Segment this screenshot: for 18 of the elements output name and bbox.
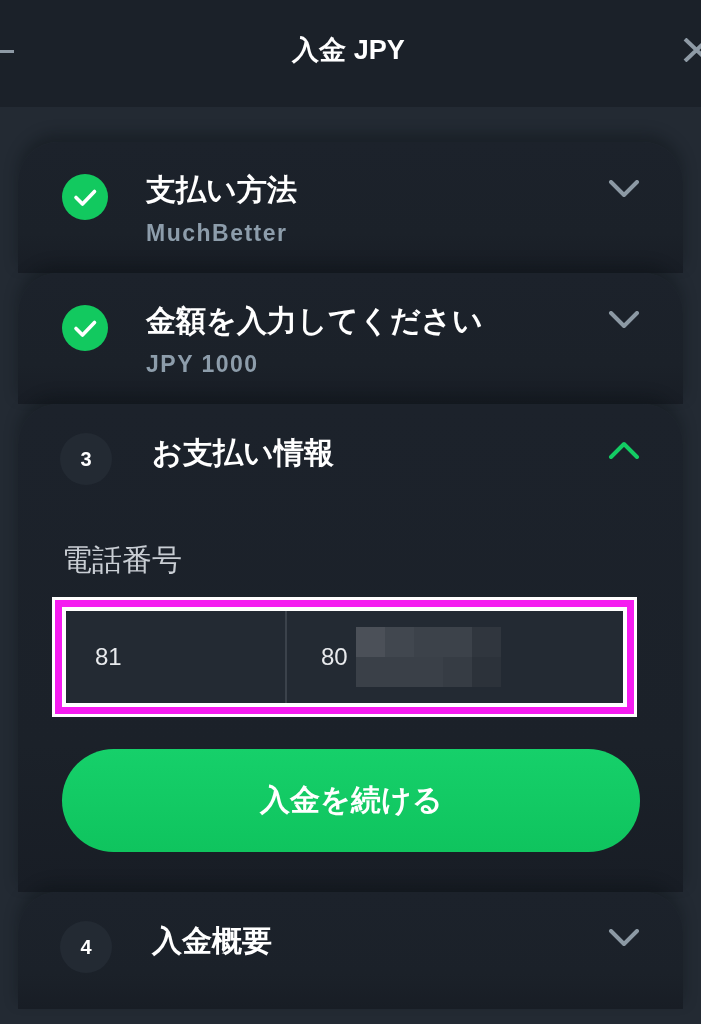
chevron-up-icon[interactable]	[608, 441, 640, 459]
field-label: 電話番号	[62, 542, 182, 578]
phone-number-field[interactable]: 80	[285, 611, 623, 703]
step-title[interactable]: 金額を入力してください	[146, 303, 483, 339]
page-title: 入金 JPY	[292, 33, 405, 67]
country-code-field[interactable]: 81	[66, 611, 285, 703]
step-title[interactable]: 入金概要	[152, 923, 272, 959]
step-summary: JPY 1000	[146, 350, 259, 379]
dash-icon[interactable]	[0, 49, 14, 53]
step-number: 4	[60, 921, 112, 973]
step-title[interactable]: 支払い方法	[146, 172, 297, 208]
step-number: 3	[60, 433, 112, 485]
chevron-down-icon[interactable]	[608, 180, 640, 198]
step-title[interactable]: お支払い情報	[152, 435, 334, 471]
step-summary: MuchBetter	[146, 219, 288, 248]
close-icon[interactable]	[683, 37, 701, 62]
chevron-down-icon[interactable]	[608, 311, 640, 329]
chevron-down-icon[interactable]	[608, 929, 640, 947]
